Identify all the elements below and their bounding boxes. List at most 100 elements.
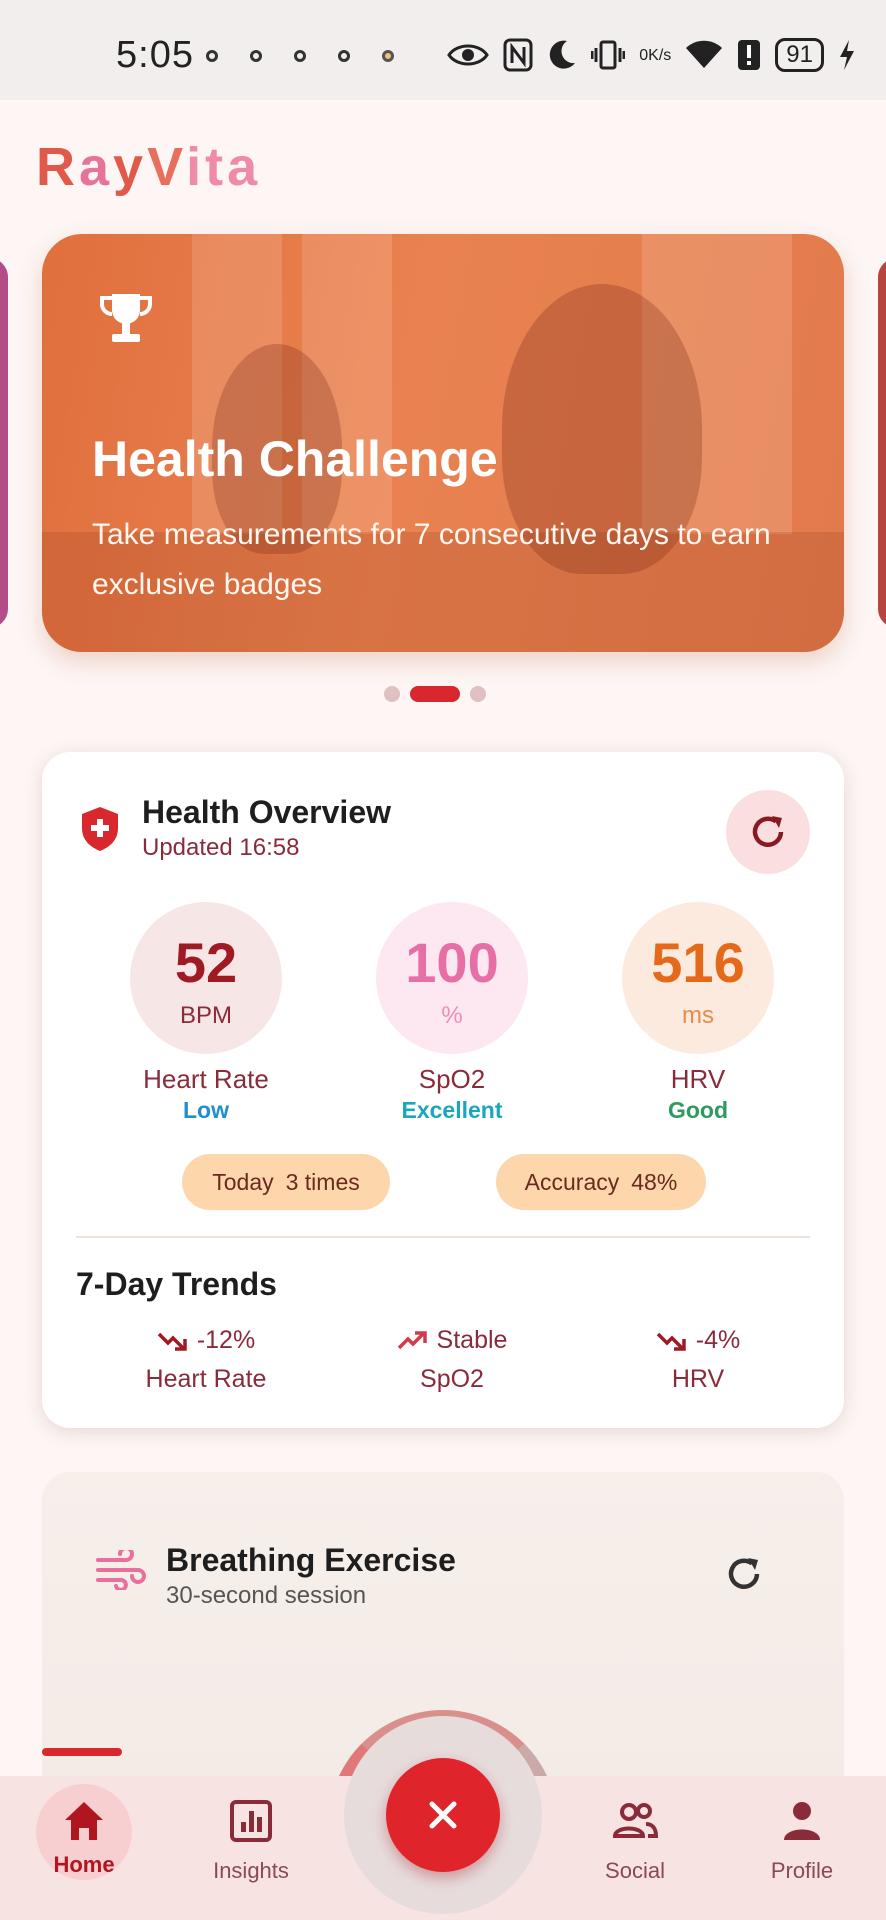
network-speed: 0 K/s bbox=[639, 36, 671, 74]
nav-insights[interactable]: Insights bbox=[191, 1798, 311, 1884]
trophy-icon bbox=[98, 290, 154, 346]
health-challenge-card[interactable]: Health Challenge Take measurements for 7… bbox=[42, 234, 844, 652]
shield-icon bbox=[80, 806, 120, 852]
trending-down-icon bbox=[656, 1332, 686, 1351]
divider bbox=[76, 1236, 810, 1238]
spo2-label: SpO2 bbox=[418, 1064, 486, 1094]
trending-up-icon bbox=[397, 1330, 427, 1349]
battery-level: 91 bbox=[775, 38, 824, 72]
health-overview-card: Health Overview Updated 16:58 52 BPM Hea… bbox=[42, 752, 844, 1428]
trends-title: 7-Day Trends bbox=[76, 1266, 277, 1302]
spo2-trend-value: Stable bbox=[436, 1326, 508, 1354]
refresh-icon bbox=[752, 816, 784, 847]
status-icons: 0 K/s 91 bbox=[447, 36, 856, 74]
hrv-trend: -4% HRV bbox=[588, 1326, 808, 1394]
hrv-metric[interactable]: 516 ms HRV Good bbox=[588, 902, 808, 1124]
heart-rate-metric[interactable]: 52 BPM Heart Rate Low bbox=[96, 902, 316, 1124]
notification-icon bbox=[250, 50, 262, 62]
alert-icon bbox=[737, 36, 761, 74]
today-label: Today bbox=[212, 1168, 274, 1195]
logo-glyph: y bbox=[113, 137, 148, 197]
nav-profile[interactable]: Profile bbox=[742, 1798, 862, 1884]
nfc-icon bbox=[503, 36, 533, 74]
eye-icon bbox=[447, 36, 490, 74]
carousel-dot[interactable] bbox=[470, 686, 486, 702]
notification-icon bbox=[382, 50, 394, 62]
carousel-dot-active[interactable] bbox=[410, 686, 460, 702]
app-logo: RayVita bbox=[36, 136, 261, 198]
today-count-badge: Today 3 times bbox=[182, 1154, 390, 1210]
accuracy-value: 48% bbox=[631, 1168, 678, 1195]
close-icon bbox=[429, 1801, 457, 1829]
hrv-value: 516 bbox=[651, 931, 745, 994]
accuracy-label: Accuracy bbox=[524, 1168, 620, 1195]
notification-icon bbox=[338, 50, 350, 62]
scroll-indicator bbox=[42, 1748, 122, 1756]
logo-glyph: i bbox=[186, 137, 206, 197]
carousel-dot[interactable] bbox=[384, 686, 400, 702]
breathing-refresh-icon[interactable] bbox=[724, 1554, 764, 1594]
metric-circle: 516 ms bbox=[622, 902, 774, 1054]
challenge-description: Take measurements for 7 consecutive days… bbox=[92, 518, 771, 601]
accuracy-badge: Accuracy 48% bbox=[496, 1154, 706, 1210]
nav-social[interactable]: Social bbox=[575, 1798, 695, 1884]
hrv-trend-value: -4% bbox=[695, 1326, 741, 1354]
spo2-value: 100 bbox=[405, 931, 499, 994]
nav-home[interactable]: Home bbox=[24, 1784, 144, 1880]
logo-glyph: R bbox=[36, 137, 79, 197]
heart-rate-trend-label: Heart Rate bbox=[145, 1365, 267, 1393]
person-icon bbox=[779, 1798, 825, 1844]
heart-rate-trend-value: -12% bbox=[196, 1326, 256, 1354]
metric-circle: 100 % bbox=[376, 902, 528, 1054]
network-speed-value: 0 bbox=[639, 46, 649, 64]
overview-title: Health Overview bbox=[142, 794, 391, 830]
close-fab-button[interactable] bbox=[386, 1758, 500, 1872]
spo2-trend: Stable SpO2 bbox=[342, 1326, 562, 1394]
heart-rate-value: 52 bbox=[174, 931, 238, 994]
today-value: 3 times bbox=[285, 1168, 360, 1195]
wifi-icon bbox=[685, 36, 723, 74]
wind-icon bbox=[96, 1546, 148, 1592]
overview-updated: Updated 16:58 bbox=[142, 834, 300, 861]
people-icon bbox=[612, 1798, 659, 1844]
logo-glyph: V bbox=[147, 137, 187, 197]
hrv-unit: ms bbox=[682, 1002, 714, 1029]
hrv-trend-label: HRV bbox=[671, 1365, 725, 1393]
breathing-title: Breathing Exercise bbox=[166, 1542, 456, 1578]
status-time: 5:05 bbox=[116, 34, 194, 76]
nav-profile-label: Profile bbox=[770, 1858, 834, 1883]
hrv-label: HRV bbox=[670, 1064, 726, 1094]
carousel-indicator bbox=[384, 686, 486, 702]
heart-rate-unit: BPM bbox=[179, 1002, 232, 1029]
notification-icon bbox=[294, 50, 306, 62]
vibrate-icon bbox=[591, 36, 626, 74]
charging-icon bbox=[838, 36, 856, 74]
nav-social-label: Social bbox=[605, 1858, 665, 1883]
logo-glyph: a bbox=[227, 137, 262, 197]
metric-circle: 52 BPM bbox=[130, 902, 282, 1054]
spo2-unit: % bbox=[441, 1002, 463, 1029]
carousel-prev-card[interactable] bbox=[0, 258, 8, 628]
notification-dots bbox=[206, 50, 394, 62]
chart-icon bbox=[228, 1798, 274, 1844]
challenge-title: Health Challenge bbox=[92, 431, 498, 487]
heart-rate-trend: -12% Heart Rate bbox=[96, 1326, 316, 1394]
refresh-button[interactable] bbox=[726, 790, 810, 874]
spo2-status: Excellent bbox=[401, 1097, 503, 1123]
nav-insights-label: Insights bbox=[213, 1858, 289, 1883]
logo-glyph: t bbox=[205, 137, 228, 197]
carousel-next-card[interactable] bbox=[878, 258, 886, 628]
spo2-metric[interactable]: 100 % SpO2 Excellent bbox=[342, 902, 562, 1124]
moon-icon bbox=[547, 36, 577, 74]
network-speed-unit: K/s bbox=[648, 46, 672, 64]
home-icon bbox=[61, 1798, 107, 1844]
status-bar: 5:05 0 K/s 91 bbox=[0, 0, 886, 100]
heart-rate-label: Heart Rate bbox=[143, 1064, 269, 1094]
logo-glyph: a bbox=[79, 137, 114, 197]
trending-down-icon bbox=[157, 1332, 187, 1351]
spo2-trend-label: SpO2 bbox=[420, 1365, 484, 1393]
nav-home-label: Home bbox=[53, 1852, 115, 1877]
heart-rate-status: Low bbox=[183, 1097, 229, 1123]
breathing-subtitle: 30-second session bbox=[166, 1582, 367, 1609]
hrv-status: Good bbox=[667, 1097, 729, 1123]
